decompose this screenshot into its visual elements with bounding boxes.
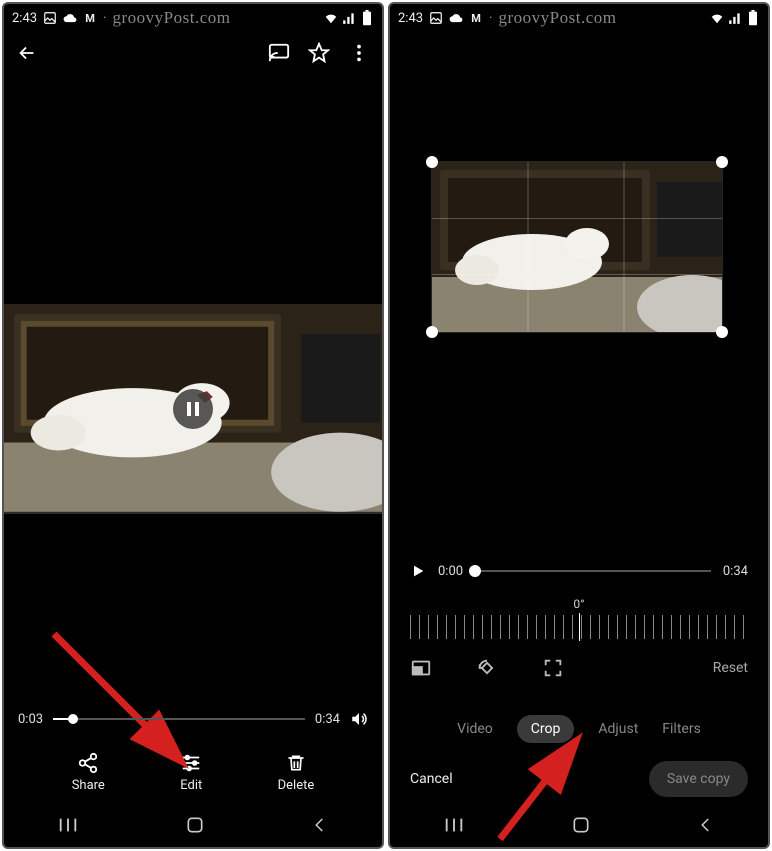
cast-icon[interactable] [268,42,290,64]
edit-button[interactable]: Edit [180,752,202,793]
phone-left: 2:43 M · groovyPost.com [2,2,384,849]
share-button[interactable]: Share [72,752,105,793]
status-bar: 2:43 M · groovyPost.com [390,4,768,32]
time-total: 0:34 [723,564,748,579]
crop-handle-bl[interactable] [426,326,438,338]
crop-handle-br[interactable] [716,326,728,338]
dot-icon: · [103,11,106,26]
overflow-icon[interactable] [348,42,370,64]
crop-frame[interactable] [432,162,722,332]
video-frame[interactable] [4,304,382,514]
battery-icon [746,11,760,25]
crop-tool-row: Reset [390,657,768,679]
rotation-value: 0° [390,597,768,611]
image-icon [43,11,57,25]
signal-icon [342,11,356,25]
dot-icon: · [489,11,492,26]
time-current: 0:00 [438,564,463,579]
tab-adjust[interactable]: Adjust [598,721,638,737]
home-button[interactable] [571,815,591,839]
edit-scrubber[interactable] [475,570,711,572]
mail-icon: M [83,11,97,25]
wifi-icon [324,11,338,25]
tab-video[interactable]: Video [457,721,493,737]
back-icon[interactable] [16,42,38,64]
crop-canvas[interactable] [390,102,768,422]
recents-button[interactable] [57,816,79,838]
action-row: Share Edit Delete [4,742,382,807]
cancel-button[interactable]: Cancel [410,771,453,787]
volume-icon[interactable] [350,710,368,728]
status-bar: 2:43 M · groovyPost.com [4,4,382,32]
share-label: Share [72,778,105,793]
android-navbar [4,807,382,847]
video-scrubber-row: 0:03 0:34 [4,710,382,728]
mail-icon: M [469,11,483,25]
edit-label: Edit [180,778,202,793]
clock: 2:43 [398,11,423,26]
back-nav-button[interactable] [697,816,715,838]
reset-button[interactable]: Reset [713,660,748,676]
crop-handle-tr[interactable] [716,156,728,168]
play-row: 0:00 0:34 [390,563,768,579]
cloud-icon [63,11,77,25]
android-navbar [390,807,768,847]
home-button[interactable] [185,815,205,839]
rotate-icon[interactable] [476,657,498,679]
expand-icon[interactable] [542,657,564,679]
cloud-icon [449,11,463,25]
top-bar [4,32,382,74]
image-icon [429,11,443,25]
recents-button[interactable] [443,816,465,838]
save-copy-button[interactable]: Save copy [649,761,748,797]
aspect-ratio-icon[interactable] [410,657,432,679]
pause-button[interactable] [173,389,213,429]
rotation-ruler[interactable] [410,615,748,639]
watermark: groovyPost.com [498,8,616,28]
star-icon[interactable] [308,42,330,64]
watermark: groovyPost.com [112,8,230,28]
time-current: 0:03 [18,712,43,727]
edit-tabs: Video Crop Adjust Filters [404,715,754,743]
clock: 2:43 [12,11,37,26]
signal-icon [728,11,742,25]
play-button[interactable] [410,563,426,579]
wifi-icon [710,11,724,25]
bottom-row: Cancel Save copy [390,743,768,807]
back-nav-button[interactable] [311,816,329,838]
delete-label: Delete [278,778,315,793]
video-scrubber[interactable] [53,718,305,720]
crop-handle-tl[interactable] [426,156,438,168]
time-total: 0:34 [315,712,340,727]
tab-crop[interactable]: Crop [517,715,575,743]
battery-icon [360,11,374,25]
tab-filters[interactable]: Filters [662,721,701,737]
phone-right: 2:43 M · groovyPost.com [388,2,770,849]
crop-grid [432,162,722,332]
delete-button[interactable]: Delete [278,752,315,793]
